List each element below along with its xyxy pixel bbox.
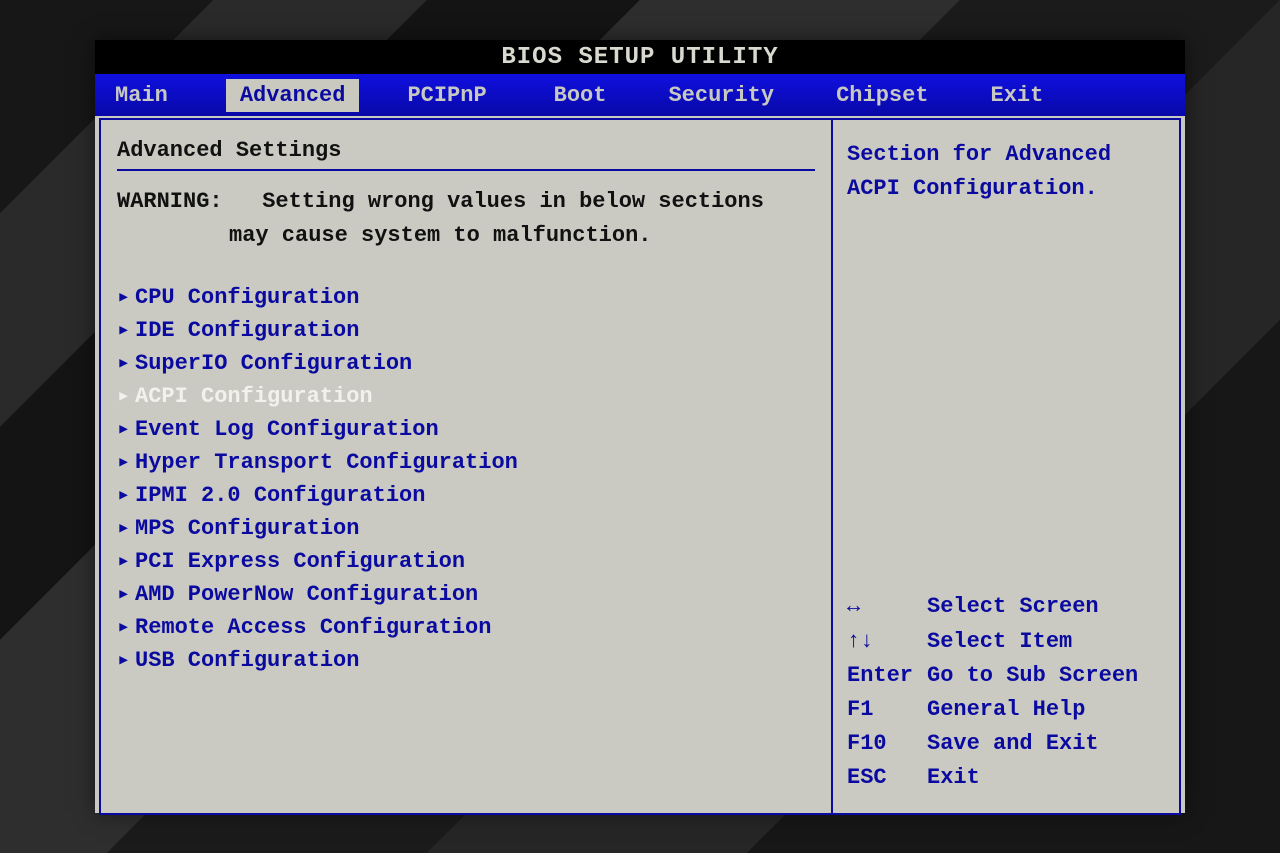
key-hint-desc: Save and Exit: [927, 727, 1165, 761]
menu-item-label: IPMI 2.0 Configuration: [135, 479, 425, 512]
menu-item-mps[interactable]: ▸MPS Configuration: [117, 512, 815, 545]
right-pane: Section for Advanced ACPI Configuration.…: [831, 120, 1179, 813]
menu-item-evlog[interactable]: ▸Event Log Configuration: [117, 413, 815, 446]
menu-item-ht[interactable]: ▸Hyper Transport Configuration: [117, 446, 815, 479]
key-hint-row: F1General Help: [847, 693, 1165, 727]
warning-label: WARNING:: [117, 189, 223, 214]
key-hint-desc: Select Item: [927, 625, 1165, 659]
section-underline: [117, 169, 815, 171]
body-area: Advanced Settings WARNING: Setting wrong…: [99, 118, 1181, 815]
submenu-arrow-icon: ▸: [117, 347, 135, 380]
menu-item-label: Event Log Configuration: [135, 413, 439, 446]
key-hint-key: F1: [847, 693, 927, 727]
tab-exit[interactable]: Exit: [977, 79, 1058, 112]
menu-item-pn[interactable]: ▸AMD PowerNow Configuration: [117, 578, 815, 611]
key-hint-key: F10: [847, 727, 927, 761]
menu-item-label: Hyper Transport Configuration: [135, 446, 518, 479]
submenu-arrow-icon: ▸: [117, 545, 135, 578]
bios-window: BIOS SETUP UTILITY Main Advanced PCIPnP Boo…: [95, 40, 1185, 813]
menu-item-label: CPU Configuration: [135, 281, 359, 314]
key-hint-row: EnterGo to Sub Screen: [847, 659, 1165, 693]
menu-item-label: SuperIO Configuration: [135, 347, 412, 380]
left-pane: Advanced Settings WARNING: Setting wrong…: [101, 120, 831, 813]
submenu-arrow-icon: ▸: [117, 611, 135, 644]
spacer: [847, 206, 1165, 590]
menu-item-ide[interactable]: ▸IDE Configuration: [117, 314, 815, 347]
help-line1: Section for Advanced: [847, 138, 1165, 172]
app-title: BIOS SETUP UTILITY: [501, 44, 778, 71]
tab-pcipnp[interactable]: PCIPnP: [393, 79, 500, 112]
submenu-arrow-icon: ▸: [117, 644, 135, 677]
tab-advanced[interactable]: Advanced: [226, 79, 360, 112]
menu-item-cpu[interactable]: ▸CPU Configuration: [117, 281, 815, 314]
submenu-arrow-icon: ▸: [117, 512, 135, 545]
submenu-arrow-icon: ▸: [117, 578, 135, 611]
submenu-arrow-icon: ▸: [117, 413, 135, 446]
context-help: Section for Advanced ACPI Configuration.: [847, 138, 1165, 206]
tab-security[interactable]: Security: [654, 79, 788, 112]
menu-item-label: IDE Configuration: [135, 314, 359, 347]
key-hint-key: ↔: [847, 590, 927, 624]
submenu-arrow-icon: ▸: [117, 380, 135, 413]
submenu-list: ▸CPU Configuration▸IDE Configuration▸Sup…: [117, 281, 815, 677]
warning-text: WARNING: Setting wrong values in below s…: [117, 185, 815, 253]
menu-item-label: PCI Express Configuration: [135, 545, 465, 578]
warning-line2: may cause system to malfunction.: [117, 219, 815, 253]
menu-item-sio[interactable]: ▸SuperIO Configuration: [117, 347, 815, 380]
menu-item-label: ACPI Configuration: [135, 380, 373, 413]
tab-bar: Main Advanced PCIPnP Boot Security Chipset Exi…: [95, 74, 1185, 116]
key-hint-key: ESC: [847, 761, 927, 795]
menu-item-remote[interactable]: ▸Remote Access Configuration: [117, 611, 815, 644]
help-line2: ACPI Configuration.: [847, 172, 1165, 206]
menu-item-acpi[interactable]: ▸ACPI Configuration: [117, 380, 815, 413]
submenu-arrow-icon: ▸: [117, 446, 135, 479]
key-hint-desc: Exit: [927, 761, 1165, 795]
tab-chipset[interactable]: Chipset: [822, 79, 942, 112]
key-hint-row: F10Save and Exit: [847, 727, 1165, 761]
key-hint-desc: General Help: [927, 693, 1165, 727]
title-bar: BIOS SETUP UTILITY: [95, 40, 1185, 74]
warning-line1: Setting wrong values in below sections: [262, 189, 764, 214]
tab-boot[interactable]: Boot: [540, 79, 621, 112]
menu-item-label: MPS Configuration: [135, 512, 359, 545]
submenu-arrow-icon: ▸: [117, 314, 135, 347]
key-hint-row: ESCExit: [847, 761, 1165, 795]
section-title: Advanced Settings: [117, 138, 815, 163]
key-hint-desc: Go to Sub Screen: [927, 659, 1165, 693]
menu-item-pcie[interactable]: ▸PCI Express Configuration: [117, 545, 815, 578]
menu-item-usb[interactable]: ▸USB Configuration: [117, 644, 815, 677]
key-hint-row: ↑↓Select Item: [847, 625, 1165, 659]
key-hints: ↔Select Screen↑↓Select ItemEnterGo to Su…: [847, 590, 1165, 795]
submenu-arrow-icon: ▸: [117, 281, 135, 314]
key-hint-desc: Select Screen: [927, 590, 1165, 624]
menu-item-label: Remote Access Configuration: [135, 611, 491, 644]
key-hint-row: ↔Select Screen: [847, 590, 1165, 624]
menu-item-label: AMD PowerNow Configuration: [135, 578, 478, 611]
menu-item-label: USB Configuration: [135, 644, 359, 677]
submenu-arrow-icon: ▸: [117, 479, 135, 512]
menu-item-ipmi[interactable]: ▸IPMI 2.0 Configuration: [117, 479, 815, 512]
tab-main[interactable]: Main: [101, 79, 182, 112]
key-hint-key: ↑↓: [847, 625, 927, 659]
key-hint-key: Enter: [847, 659, 927, 693]
